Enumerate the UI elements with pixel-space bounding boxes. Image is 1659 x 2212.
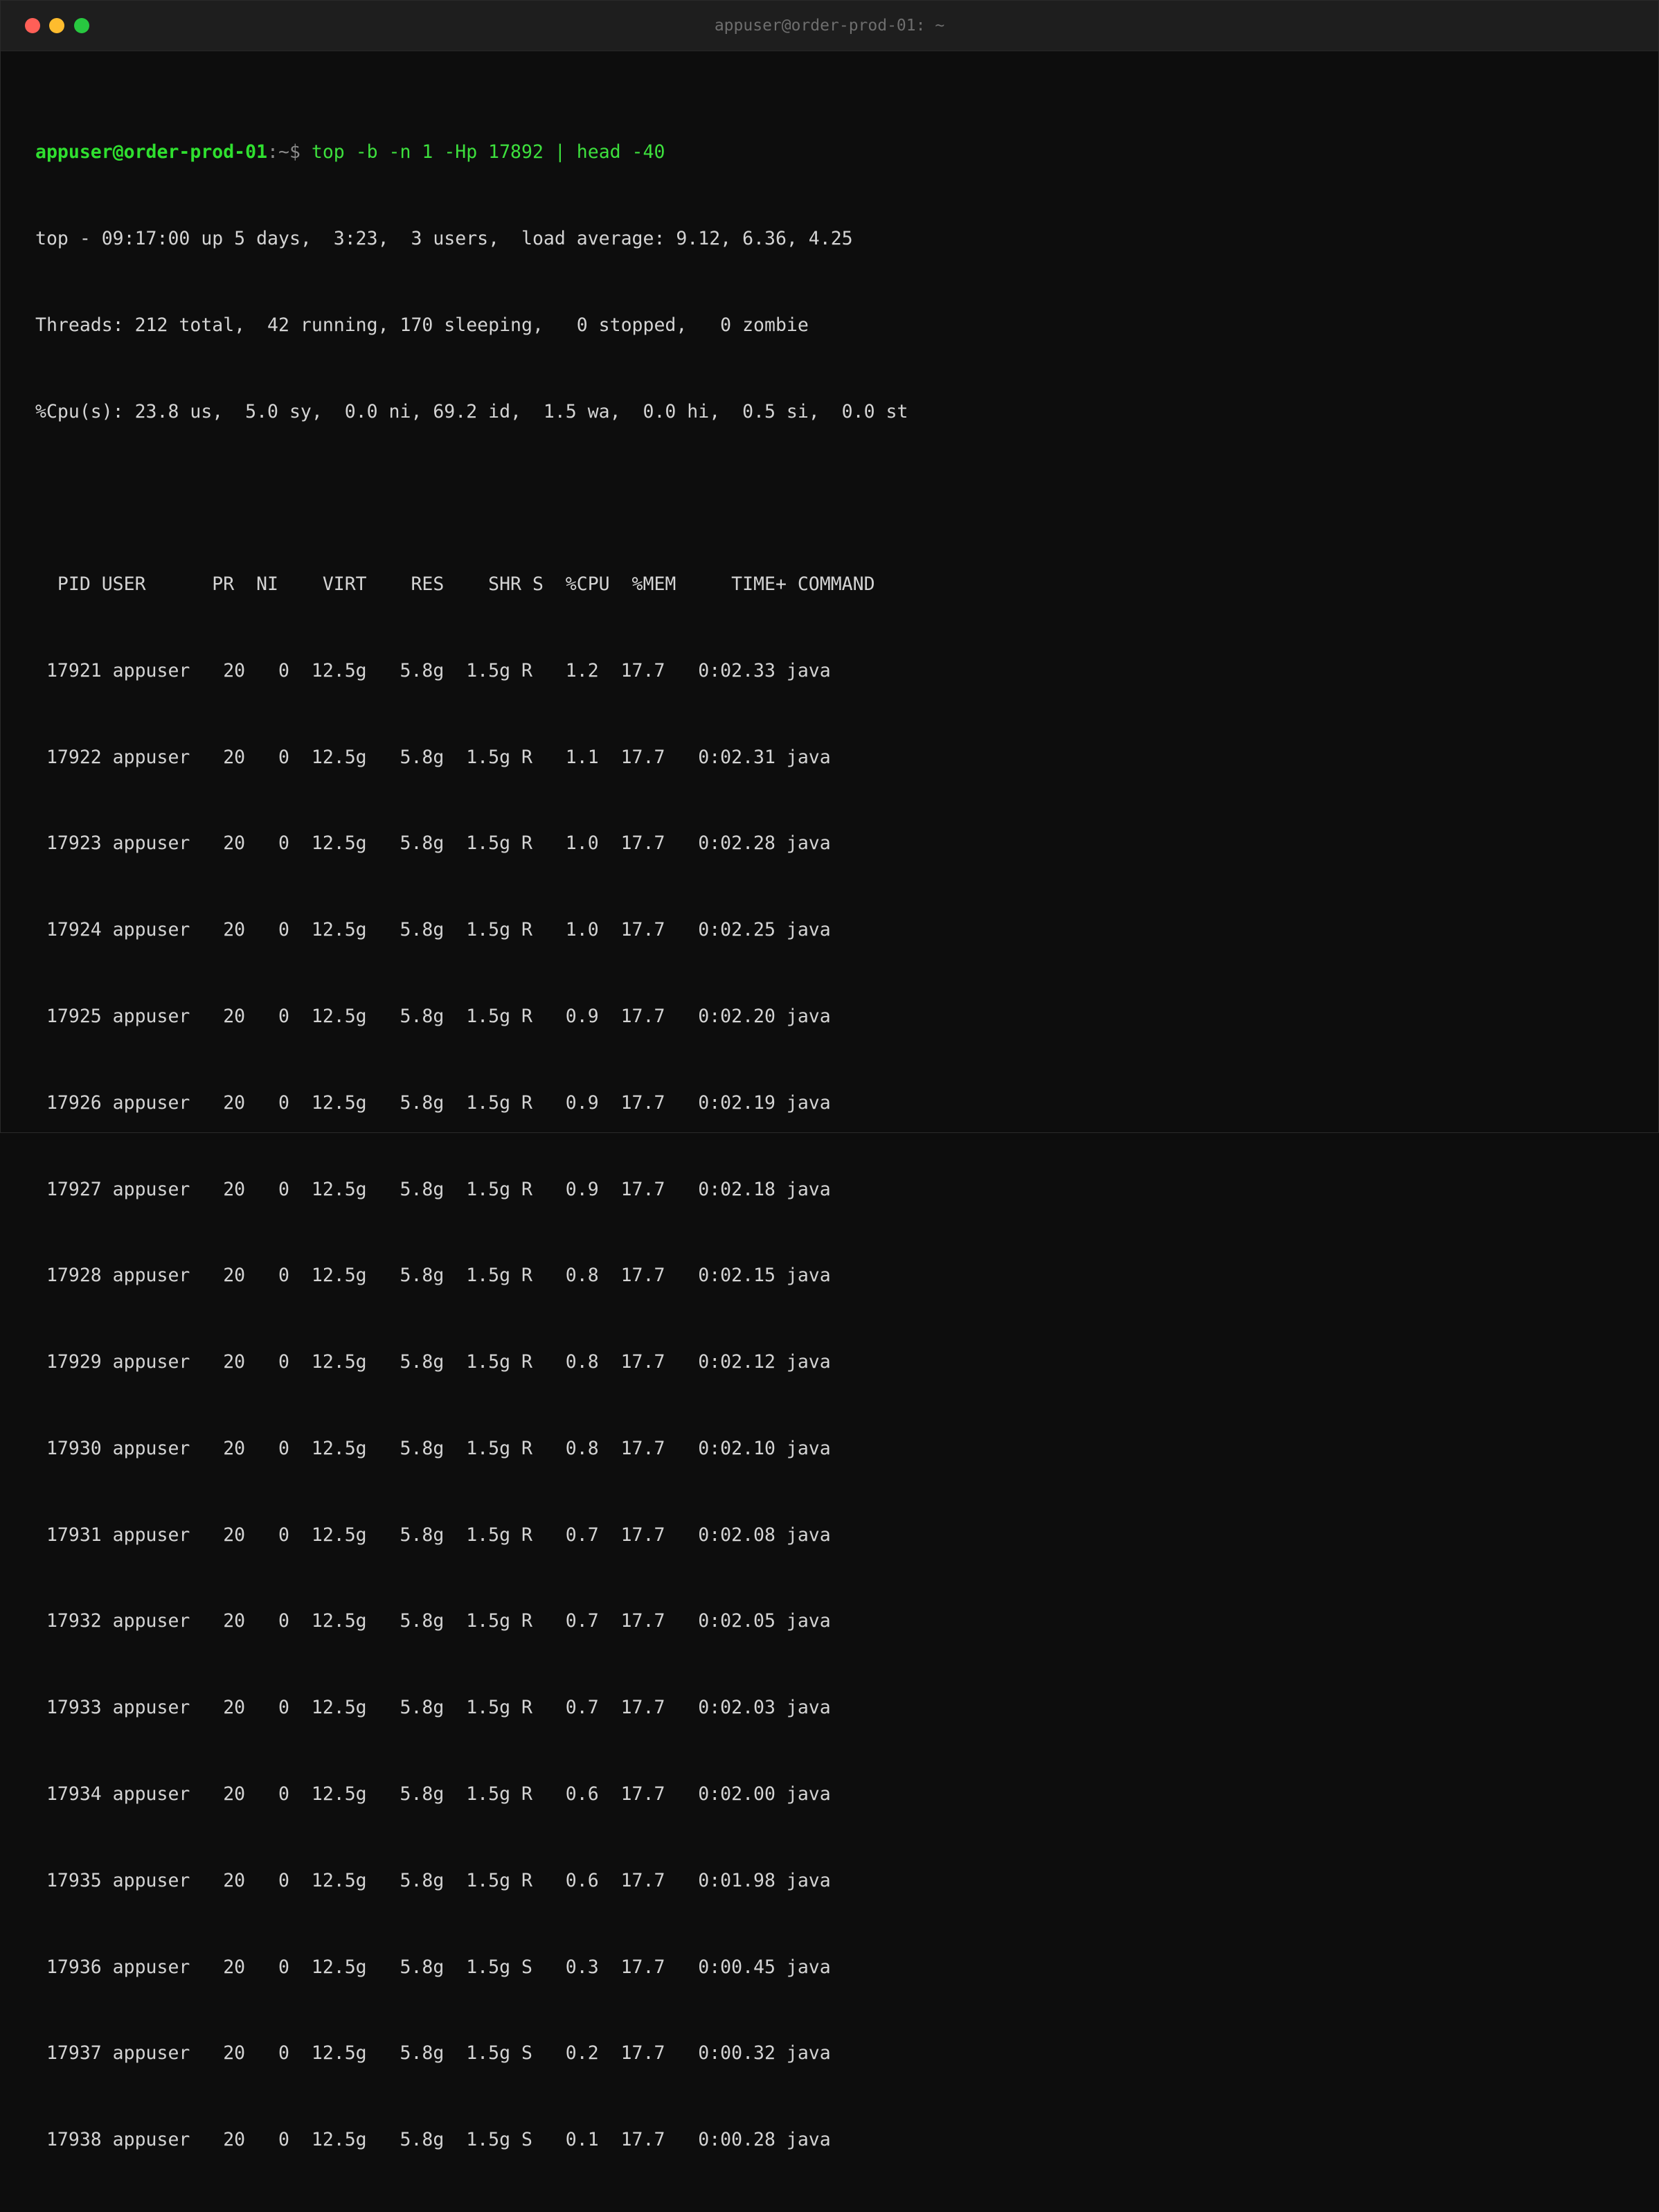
summary-line-cpu: %Cpu(s): 23.8 us, 5.0 sy, 0.0 ni, 69.2 i… bbox=[35, 400, 908, 422]
table-row: 17933 appuser 20 0 12.5g 5.8g 1.5g R 0.7… bbox=[35, 1697, 831, 1719]
table-row: 17932 appuser 20 0 12.5g 5.8g 1.5g R 0.7… bbox=[35, 1610, 831, 1632]
window-title: appuser@order-prod-01: ~ bbox=[714, 17, 945, 35]
table-row: 17930 appuser 20 0 12.5g 5.8g 1.5g R 0.8… bbox=[35, 1437, 831, 1459]
summary-line-uptime: top - 09:17:00 up 5 days, 3:23, 3 users,… bbox=[35, 227, 853, 249]
prompt-path: :~$ bbox=[267, 141, 301, 163]
table-row: 17929 appuser 20 0 12.5g 5.8g 1.5g R 0.8… bbox=[35, 1351, 831, 1373]
table-row: 17927 appuser 20 0 12.5g 5.8g 1.5g R 0.9… bbox=[35, 1178, 831, 1200]
prompt-command: top -b -n 1 -Hp 17892 | head -40 bbox=[300, 141, 665, 163]
prompt-user-host: appuser@order-prod-01 bbox=[35, 141, 268, 163]
table-row: 17926 appuser 20 0 12.5g 5.8g 1.5g R 0.9… bbox=[35, 1091, 831, 1114]
table-row: 17928 appuser 20 0 12.5g 5.8g 1.5g R 0.8… bbox=[35, 1265, 831, 1287]
title-bar[interactable]: appuser@order-prod-01: ~ bbox=[1, 1, 1658, 51]
summary-line-threads: Threads: 212 total, 42 running, 170 slee… bbox=[35, 314, 809, 336]
terminal-window: appuser@order-prod-01: ~ appuser@order-p… bbox=[0, 0, 1659, 2150]
table-row: 17938 appuser 20 0 12.5g 5.8g 1.5g S 0.1… bbox=[35, 2129, 831, 2151]
terminal-output[interactable]: appuser@order-prod-01:~$ top -b -n 1 -Hp… bbox=[35, 80, 908, 2212]
table-row: 17922 appuser 20 0 12.5g 5.8g 1.5g R 1.1… bbox=[35, 746, 831, 768]
table-row: 17934 appuser 20 0 12.5g 5.8g 1.5g R 0.6… bbox=[35, 1783, 831, 1805]
table-row: 17925 appuser 20 0 12.5g 5.8g 1.5g R 0.9… bbox=[35, 1006, 831, 1027]
table-row: 17931 appuser 20 0 12.5g 5.8g 1.5g R 0.7… bbox=[35, 1524, 831, 1546]
table-row: 17935 appuser 20 0 12.5g 5.8g 1.5g R 0.6… bbox=[35, 1869, 831, 1891]
table-row: 17937 appuser 20 0 12.5g 5.8g 1.5g S 0.2… bbox=[35, 2042, 831, 2064]
table-row: 17936 appuser 20 0 12.5g 5.8g 1.5g S 0.3… bbox=[35, 1956, 831, 1978]
table-row: 17923 appuser 20 0 12.5g 5.8g 1.5g R 1.0… bbox=[35, 832, 831, 855]
table-header: PID USER PR NI VIRT RES SHR S %CPU %MEM … bbox=[35, 573, 875, 596]
prompt-line: appuser@order-prod-01:~$ top -b -n 1 -Hp… bbox=[35, 138, 908, 167]
table-row: 17921 appuser 20 0 12.5g 5.8g 1.5g R 1.2… bbox=[35, 659, 831, 681]
table-row: 17924 appuser 20 0 12.5g 5.8g 1.5g R 1.0… bbox=[35, 919, 831, 941]
